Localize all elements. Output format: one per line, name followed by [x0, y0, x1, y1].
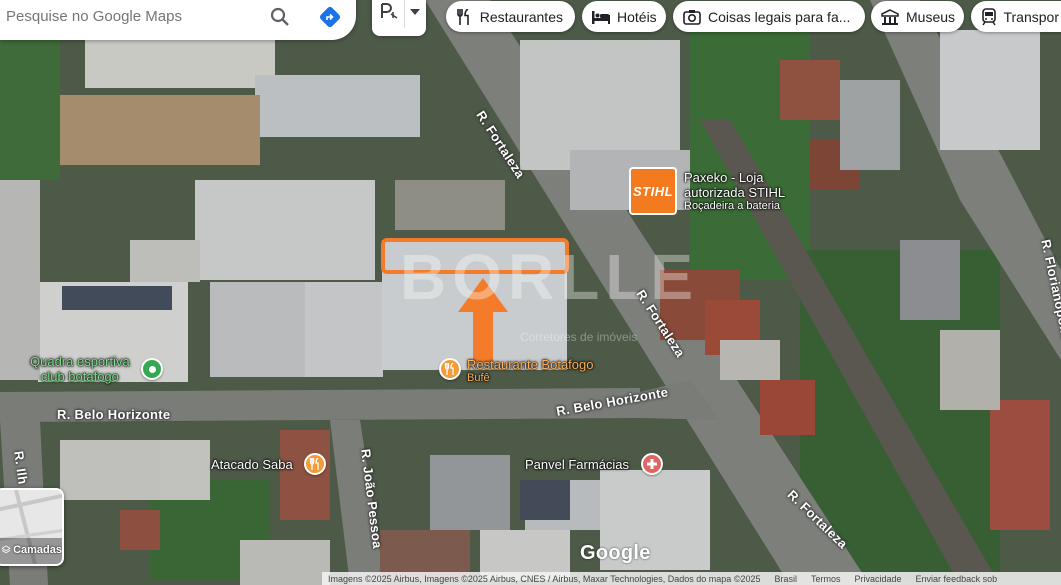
pharmacy-pin-icon[interactable] [641, 453, 663, 475]
place-stihl-name[interactable]: Paxeko - Loja autorizada STIHL Roçadeira… [684, 170, 785, 212]
bed-icon [592, 8, 610, 26]
parking-filter-button[interactable] [372, 0, 426, 36]
search-box[interactable] [0, 0, 356, 40]
feedback-link[interactable]: Enviar feedback sob [916, 574, 998, 584]
place-panvel-label[interactable]: Panvel Farmácias [525, 457, 629, 472]
search-input[interactable] [6, 8, 246, 25]
museum-icon [881, 8, 899, 26]
place-restaurante-label[interactable]: Restaurante Botafogo Bufê [467, 357, 593, 384]
chip-restaurantes[interactable]: Restaurantes [446, 1, 575, 32]
chevron-down-icon[interactable] [410, 9, 420, 15]
attribution-footer: Imagens ©2025 Airbus, Imagens ©2025 Airb… [322, 572, 1061, 585]
place-atacado-label[interactable]: Atacado Saba [211, 457, 293, 472]
chip-label: Museus [906, 8, 956, 25]
chip-label: Transpor [1003, 8, 1059, 25]
country-link[interactable]: Brasil [774, 574, 797, 584]
stihl-logo[interactable]: STIHL [629, 167, 677, 215]
food-pin-icon[interactable] [304, 453, 326, 475]
google-logo: Google [580, 542, 651, 564]
chip-hoteis[interactable]: Hotéis [582, 1, 666, 32]
chip-label: Coisas legais para fa... [708, 8, 851, 25]
chip-transporte[interactable]: Transpor [971, 1, 1061, 32]
privacy-link[interactable]: Privacidade [855, 574, 902, 584]
layers-icon [2, 545, 11, 554]
attribution-text: Imagens ©2025 Airbus, Imagens ©2025 Airb… [328, 573, 761, 584]
place-quadra-label[interactable]: Quadra esportiva club botafogo [30, 354, 130, 384]
transit-icon [981, 7, 996, 26]
terms-link[interactable]: Termos [811, 574, 841, 584]
directions-icon[interactable] [318, 5, 342, 29]
watermark-subtitle: Corretores de imóveis [520, 330, 638, 344]
parking-icon [381, 3, 398, 19]
park-pin-icon[interactable] [141, 358, 163, 380]
street-label-belo-horizonte: R. Belo Horizonte [57, 407, 171, 422]
layers-label: Camadas [13, 544, 62, 556]
layers-button[interactable]: Camadas [0, 488, 64, 566]
chip-museus[interactable]: Museus [871, 1, 964, 32]
chip-label: Restaurantes [479, 8, 563, 25]
search-icon[interactable] [268, 5, 292, 29]
chip-coisas-legais[interactable]: Coisas legais para fa... [673, 1, 865, 32]
chip-label: Hotéis [617, 8, 657, 25]
camera-icon [683, 8, 701, 26]
fork-knife-icon [456, 8, 473, 26]
restaurant-pin-icon[interactable] [439, 358, 461, 380]
